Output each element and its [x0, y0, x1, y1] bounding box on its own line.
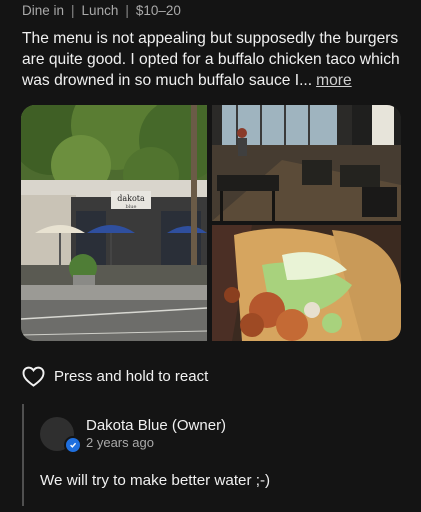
photo-grid: dakota blue: [21, 105, 401, 341]
owner-response-rule: [22, 404, 24, 506]
owner-response-time: 2 years ago: [86, 435, 154, 450]
svg-text:dakota: dakota: [117, 194, 145, 203]
more-link[interactable]: more: [316, 72, 352, 89]
owner-name[interactable]: Dakota Blue (Owner): [86, 417, 226, 434]
tag-dine-in: Dine in: [22, 2, 65, 18]
review-text: The menu is not appealing but supposedly…: [22, 28, 404, 91]
review-meta: Dine in | Lunch | $10–20: [22, 1, 181, 19]
owner-response-text: We will try to make better water ;-): [40, 472, 271, 489]
storefront-photo[interactable]: dakota blue: [21, 105, 207, 341]
interior-photo[interactable]: [212, 105, 401, 221]
tag-price: $10–20: [135, 2, 181, 18]
separator: |: [71, 2, 75, 18]
react-label: Press and hold to react: [54, 367, 209, 385]
svg-text:blue: blue: [126, 204, 137, 210]
verified-check-icon: [64, 436, 82, 454]
react-button[interactable]: Press and hold to react: [22, 364, 208, 388]
taco-photo[interactable]: [212, 225, 401, 341]
heart-outline-icon: [22, 366, 45, 387]
separator: |: [125, 2, 129, 18]
tag-meal: Lunch: [81, 2, 119, 18]
